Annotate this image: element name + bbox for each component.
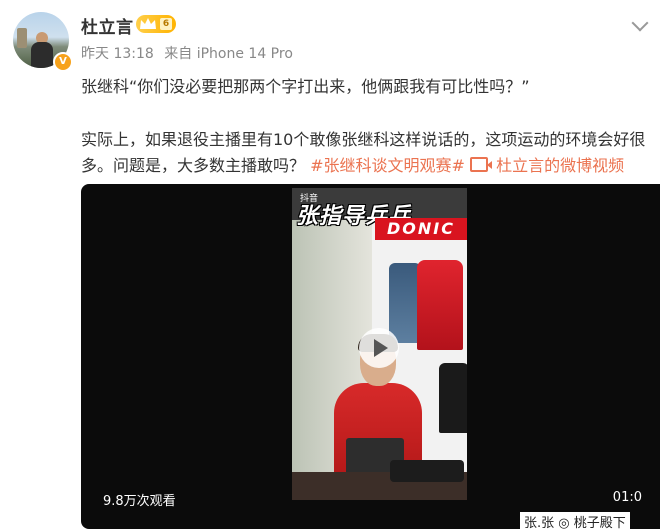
post-text-line3: 多。问题是，大多数主播敢吗？ #张继科谈文明观赛# 杜立言的微博视频 <box>81 152 624 176</box>
vip-level: 6 <box>160 18 172 30</box>
jersey-black <box>439 363 467 433</box>
post-text-line1: 张继科“你们没必要把那两个字打出来，他俩跟我有可比性吗？” <box>81 77 530 96</box>
jersey-red <box>417 260 463 350</box>
avatar-body <box>31 42 53 68</box>
subtitle-peek: 张.张 ◎ 桃子殿下 <box>520 512 630 531</box>
post-meta: 昨天 13:18 来自 iPhone 14 Pro <box>81 43 299 63</box>
video-player[interactable]: 抖音 张指导乒乓 DONIC 9.8万次观看 01:0 <box>81 184 660 529</box>
video-link[interactable]: 杜立言的微博视频 <box>470 156 624 175</box>
post-text-line3-body: 多。问题是，大多数主播敢吗？ <box>81 156 306 175</box>
verified-icon: V <box>53 52 73 72</box>
video-link-label: 杜立言的微博视频 <box>496 156 625 175</box>
post-text-line2: 实际上，如果退役主播里有10个敢像张继科这样说话的，这项运动的环境会好很 <box>81 130 646 149</box>
video-duration: 01:0 <box>612 490 642 505</box>
video-camera-icon <box>470 157 493 172</box>
vip-crown-icon[interactable]: 6 <box>136 15 176 33</box>
play-icon[interactable] <box>359 328 399 368</box>
hashtag-link[interactable]: #张继科谈文明观赛# <box>310 156 465 175</box>
desk-sign <box>390 460 464 482</box>
author-name[interactable]: 杜立言 <box>81 13 134 38</box>
avatar-tower <box>17 28 27 48</box>
post-time[interactable]: 昨天 13:18 <box>81 46 154 62</box>
view-count: 9.8万次观看 <box>103 494 176 509</box>
brand-sign: DONIC <box>375 218 467 240</box>
chevron-down-icon[interactable] <box>631 14 649 32</box>
post-source: 来自 iPhone 14 Pro <box>164 46 293 62</box>
